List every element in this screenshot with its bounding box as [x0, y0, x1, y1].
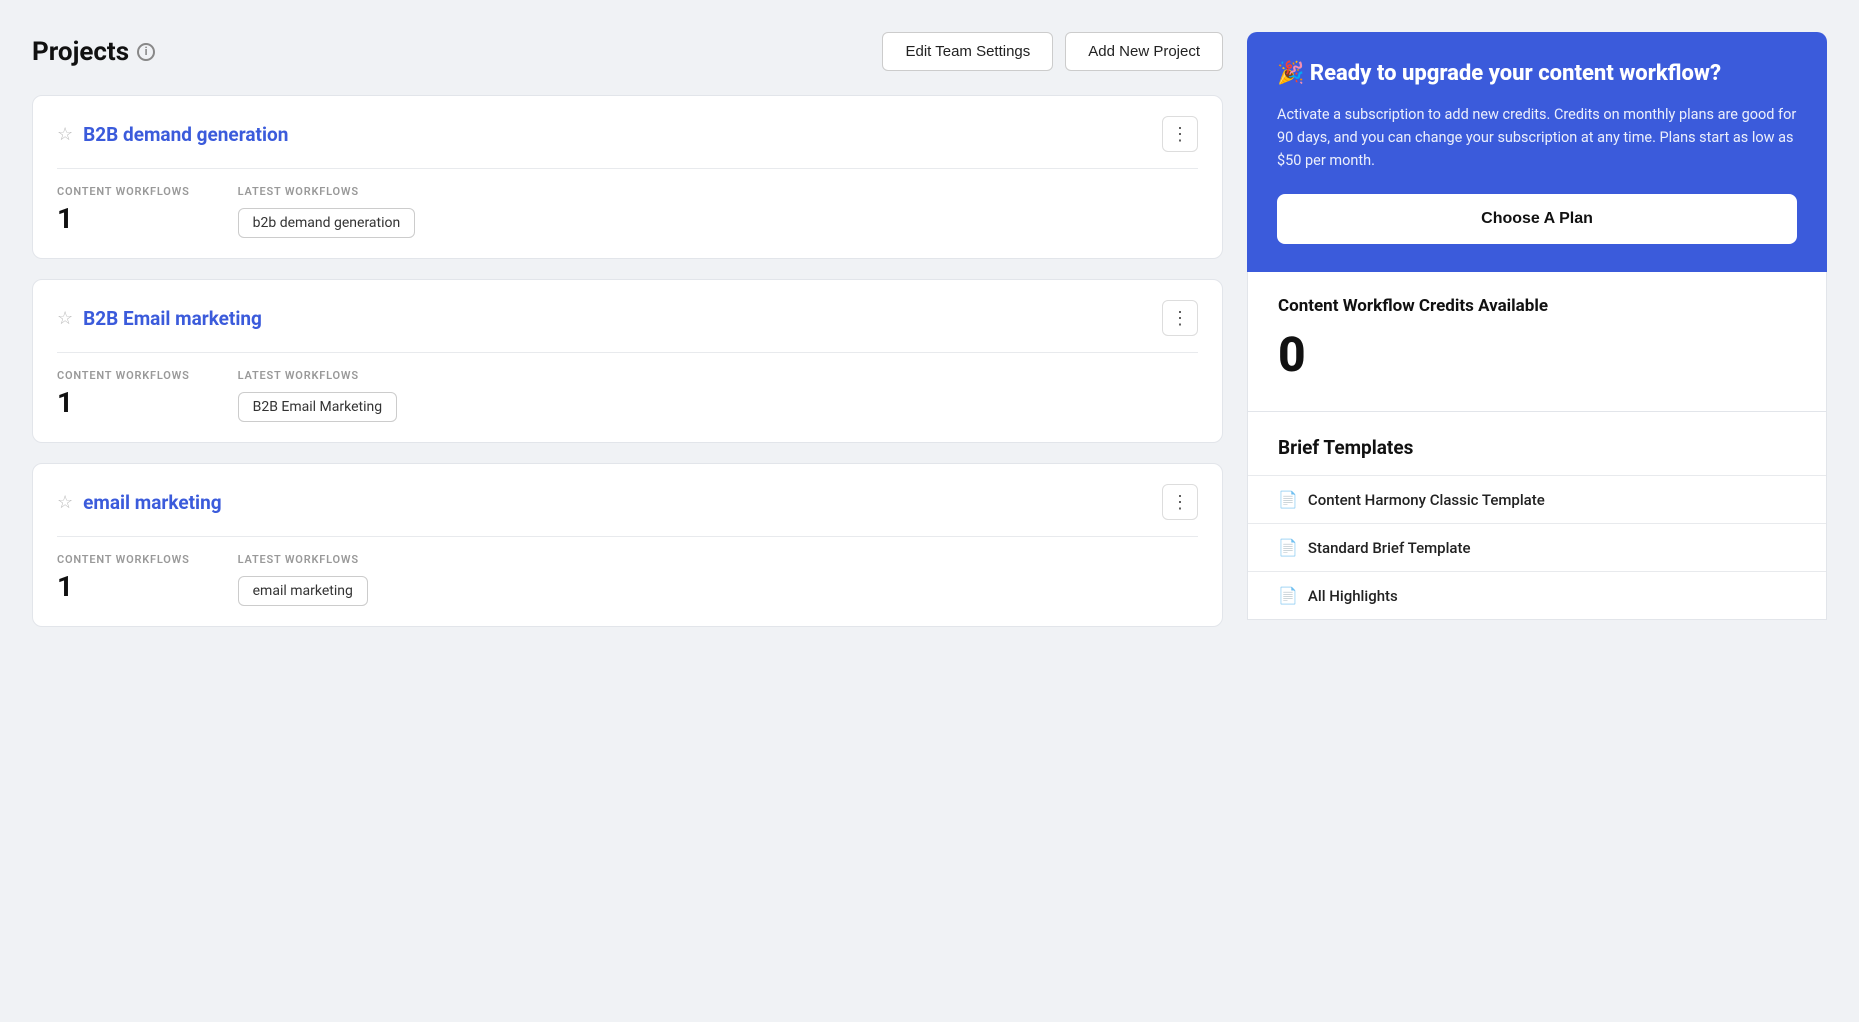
template-icon-2: 📄 — [1278, 586, 1298, 605]
project-menu-button[interactable]: ⋮ — [1162, 484, 1198, 520]
template-name-1: Standard Brief Template — [1308, 539, 1471, 557]
party-icon: 🎉 — [1277, 61, 1304, 86]
project-title-group: ☆ email marketing — [57, 491, 222, 514]
title-group: Projects i — [32, 37, 155, 67]
template-icon-1: 📄 — [1278, 538, 1298, 557]
project-stats: CONTENT WORKFLOWS 1 LATEST WORKFLOWS b2b… — [33, 169, 1222, 258]
project-card-email-marketing: ☆ email marketing ⋮ CONTENT WORKFLOWS 1 … — [32, 463, 1223, 627]
star-icon[interactable]: ☆ — [57, 308, 73, 329]
project-stats: CONTENT WORKFLOWS 1 LATEST WORKFLOWS ema… — [33, 537, 1222, 626]
latest-workflows-label: LATEST WORKFLOWS — [238, 553, 368, 566]
project-name[interactable]: B2B Email marketing — [83, 307, 262, 330]
template-name-0: Content Harmony Classic Template — [1308, 491, 1545, 509]
page-header: Projects i Edit Team Settings Add New Pr… — [32, 32, 1223, 71]
template-item-0[interactable]: 📄 Content Harmony Classic Template — [1248, 475, 1826, 523]
project-card-header: ☆ B2B Email marketing ⋮ — [33, 280, 1222, 352]
upgrade-title: 🎉 Ready to upgrade your content workflow… — [1277, 60, 1797, 89]
upgrade-description: Activate a subscription to add new credi… — [1277, 103, 1797, 173]
template-item-2[interactable]: 📄 All Highlights — [1248, 571, 1826, 619]
latest-workflows-label: LATEST WORKFLOWS — [238, 369, 397, 382]
content-workflows-label: CONTENT WORKFLOWS — [57, 553, 190, 566]
project-menu-button[interactable]: ⋮ — [1162, 116, 1198, 152]
brief-templates-header: Brief Templates — [1248, 412, 1826, 475]
latest-workflows-stat: LATEST WORKFLOWS email marketing — [238, 553, 368, 606]
project-name[interactable]: email marketing — [83, 491, 221, 514]
workflow-badge[interactable]: b2b demand generation — [238, 208, 416, 238]
projects-list: ☆ B2B demand generation ⋮ CONTENT WORKFL… — [32, 95, 1223, 627]
credits-title: Content Workflow Credits Available — [1278, 296, 1796, 316]
add-new-project-button[interactable]: Add New Project — [1065, 32, 1223, 71]
content-workflows-stat: CONTENT WORKFLOWS 1 — [57, 369, 190, 422]
upgrade-title-text: Ready to upgrade your content workflow? — [1310, 61, 1721, 86]
brief-templates-card: Brief Templates 📄 Content Harmony Classi… — [1247, 412, 1827, 620]
star-icon[interactable]: ☆ — [57, 124, 73, 145]
header-buttons: Edit Team Settings Add New Project — [882, 32, 1223, 71]
project-card-header: ☆ B2B demand generation ⋮ — [33, 96, 1222, 168]
project-name[interactable]: B2B demand generation — [83, 123, 288, 146]
content-workflows-label: CONTENT WORKFLOWS — [57, 369, 190, 382]
project-title-group: ☆ B2B demand generation — [57, 123, 288, 146]
content-workflows-stat: CONTENT WORKFLOWS 1 — [57, 553, 190, 606]
workflow-badge[interactable]: B2B Email Marketing — [238, 392, 397, 422]
choose-plan-button[interactable]: Choose A Plan — [1277, 194, 1797, 244]
latest-workflows-stat: LATEST WORKFLOWS b2b demand generation — [238, 185, 416, 238]
project-menu-button[interactable]: ⋮ — [1162, 300, 1198, 336]
content-workflows-label: CONTENT WORKFLOWS — [57, 185, 190, 198]
project-card-b2b-demand: ☆ B2B demand generation ⋮ CONTENT WORKFL… — [32, 95, 1223, 259]
edit-team-settings-button[interactable]: Edit Team Settings — [882, 32, 1053, 71]
page-title: Projects — [32, 37, 129, 67]
left-panel: Projects i Edit Team Settings Add New Pr… — [32, 32, 1223, 647]
content-workflows-count: 1 — [57, 202, 190, 235]
workflow-badge[interactable]: email marketing — [238, 576, 368, 606]
project-card-header: ☆ email marketing ⋮ — [33, 464, 1222, 536]
latest-workflows-stat: LATEST WORKFLOWS B2B Email Marketing — [238, 369, 397, 422]
template-name-2: All Highlights — [1308, 587, 1398, 605]
info-icon: i — [137, 43, 155, 61]
star-icon[interactable]: ☆ — [57, 492, 73, 513]
template-icon-0: 📄 — [1278, 490, 1298, 509]
project-title-group: ☆ B2B Email marketing — [57, 307, 262, 330]
upgrade-card: 🎉 Ready to upgrade your content workflow… — [1247, 32, 1827, 272]
project-card-b2b-email: ☆ B2B Email marketing ⋮ CONTENT WORKFLOW… — [32, 279, 1223, 443]
content-workflows-stat: CONTENT WORKFLOWS 1 — [57, 185, 190, 238]
latest-workflows-label: LATEST WORKFLOWS — [238, 185, 416, 198]
right-panel: 🎉 Ready to upgrade your content workflow… — [1247, 32, 1827, 647]
content-workflows-count: 1 — [57, 386, 190, 419]
credits-value: 0 — [1278, 326, 1796, 383]
project-stats: CONTENT WORKFLOWS 1 LATEST WORKFLOWS B2B… — [33, 353, 1222, 442]
credits-card: Content Workflow Credits Available 0 — [1247, 272, 1827, 412]
template-item-1[interactable]: 📄 Standard Brief Template — [1248, 523, 1826, 571]
content-workflows-count: 1 — [57, 570, 190, 603]
